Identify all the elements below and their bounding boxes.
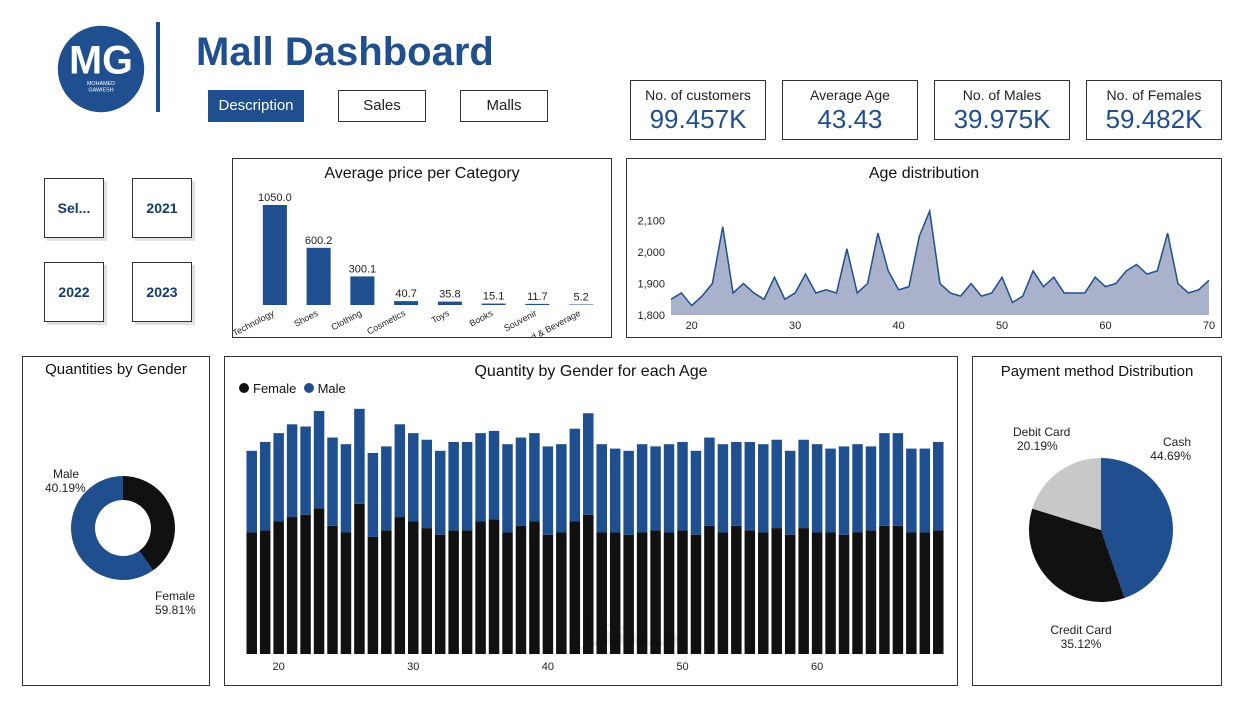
kpi-customers: No. of customers 99.457K: [630, 80, 766, 140]
svg-text:2,000: 2,000: [637, 247, 665, 259]
svg-text:40: 40: [542, 661, 554, 673]
svg-text:MOHAMED: MOHAMED: [87, 81, 115, 87]
chart-avg-price-title: Average price per Category: [233, 159, 611, 183]
chart-qty-age-title: Quantity by Gender for each Age: [225, 357, 957, 381]
chart-qty-gender-title: Quantities by Gender: [23, 357, 209, 378]
svg-text:Technology: Technology: [233, 308, 276, 337]
svg-text:70: 70: [1203, 320, 1215, 332]
header-divider: [156, 22, 160, 112]
svg-text:Shoes: Shoes: [292, 308, 320, 329]
chart-qty-age-legend: Female Male: [225, 381, 957, 396]
svg-text:44.69%: 44.69%: [1150, 449, 1191, 463]
brand-logo-icon: MG MOHAMED GAWIESH: [56, 24, 146, 114]
tab-malls[interactable]: Malls: [460, 90, 548, 122]
chart-qty-gender: Quantities by Gender Male40.19% Female59.…: [22, 356, 210, 686]
svg-text:600.2: 600.2: [305, 235, 333, 247]
year-filter-select[interactable]: Sel...: [44, 178, 104, 238]
svg-text:50: 50: [996, 320, 1008, 332]
svg-text:5.2: 5.2: [573, 292, 588, 304]
svg-text:1,800: 1,800: [637, 310, 665, 322]
svg-text:Books: Books: [468, 308, 495, 329]
svg-text:20.19%: 20.19%: [1017, 439, 1058, 453]
svg-text:60: 60: [811, 661, 823, 673]
tab-description[interactable]: Description: [208, 90, 304, 122]
svg-text:40.7: 40.7: [395, 288, 416, 300]
svg-text:40: 40: [892, 320, 904, 332]
svg-text:1050.0: 1050.0: [258, 192, 292, 204]
kpi-avg-age-label: Average Age: [793, 87, 907, 103]
legend-dot-female: [239, 383, 249, 393]
svg-text:Credit Card: Credit Card: [1050, 623, 1111, 637]
chart-avg-price: Average price per Category 1050.0 Technol…: [232, 158, 612, 338]
legend-label-male: Male: [318, 381, 346, 396]
kpi-females-label: No. of Females: [1097, 87, 1211, 103]
tab-sales[interactable]: Sales: [338, 90, 426, 122]
year-filter-2022[interactable]: 2022: [44, 262, 104, 322]
svg-text:Male: Male: [53, 467, 79, 481]
svg-text:MG: MG: [69, 39, 133, 83]
svg-text:Toys: Toys: [430, 308, 451, 326]
kpi-avg-age: Average Age 43.43: [782, 80, 918, 140]
kpi-males-value: 39.975K: [945, 105, 1059, 134]
svg-text:Clothing: Clothing: [329, 308, 363, 332]
svg-text:30: 30: [407, 661, 419, 673]
chart-payment-title: Payment method Distribution: [973, 357, 1221, 380]
svg-text:40.19%: 40.19%: [45, 481, 86, 495]
svg-text:Cash: Cash: [1163, 435, 1191, 449]
svg-text:15.1: 15.1: [483, 291, 504, 303]
svg-text:35.12%: 35.12%: [1061, 637, 1102, 651]
svg-text:Female: Female: [155, 589, 195, 603]
chart-age-dist: Age distribution 1,800 1,900 2,000 2,100 20 3…: [626, 158, 1222, 338]
kpi-customers-label: No. of customers: [641, 87, 755, 103]
svg-text:59.81%: 59.81%: [155, 603, 196, 617]
chart-age-dist-title: Age distribution: [627, 159, 1221, 183]
year-filter-2023[interactable]: 2023: [132, 262, 192, 322]
kpi-females: No. of Females 59.482K: [1086, 80, 1222, 140]
svg-text:1,900: 1,900: [637, 279, 665, 291]
legend-dot-male: [304, 383, 314, 393]
svg-text:50: 50: [676, 661, 688, 673]
svg-text:Souvenir: Souvenir: [502, 308, 538, 334]
kpi-avg-age-value: 43.43: [793, 105, 907, 134]
kpi-customers-value: 99.457K: [641, 105, 755, 134]
svg-text:2,100: 2,100: [637, 216, 665, 228]
svg-text:300.1: 300.1: [349, 263, 377, 275]
svg-text:11.7: 11.7: [527, 291, 548, 303]
kpi-males-label: No. of Males: [945, 87, 1059, 103]
svg-text:GAWIESH: GAWIESH: [88, 88, 113, 94]
kpi-males: No. of Males 39.975K: [934, 80, 1070, 140]
svg-text:20: 20: [273, 661, 285, 673]
svg-text:20: 20: [686, 320, 698, 332]
svg-text:60: 60: [1099, 320, 1111, 332]
chart-payment: Payment method Distribution Cash44.69% Cr…: [972, 356, 1222, 686]
year-filter-2021[interactable]: 2021: [132, 178, 192, 238]
svg-text:Debit Card: Debit Card: [1013, 425, 1070, 439]
svg-text:30: 30: [789, 320, 801, 332]
svg-text:Cosmetics: Cosmetics: [365, 308, 407, 337]
kpi-females-value: 59.482K: [1097, 105, 1211, 134]
page-title: Mall Dashboard: [196, 30, 494, 75]
legend-label-female: Female: [253, 381, 296, 396]
svg-text:35.8: 35.8: [439, 289, 460, 301]
chart-qty-age: Quantity by Gender for each Age Female M…: [224, 356, 958, 686]
